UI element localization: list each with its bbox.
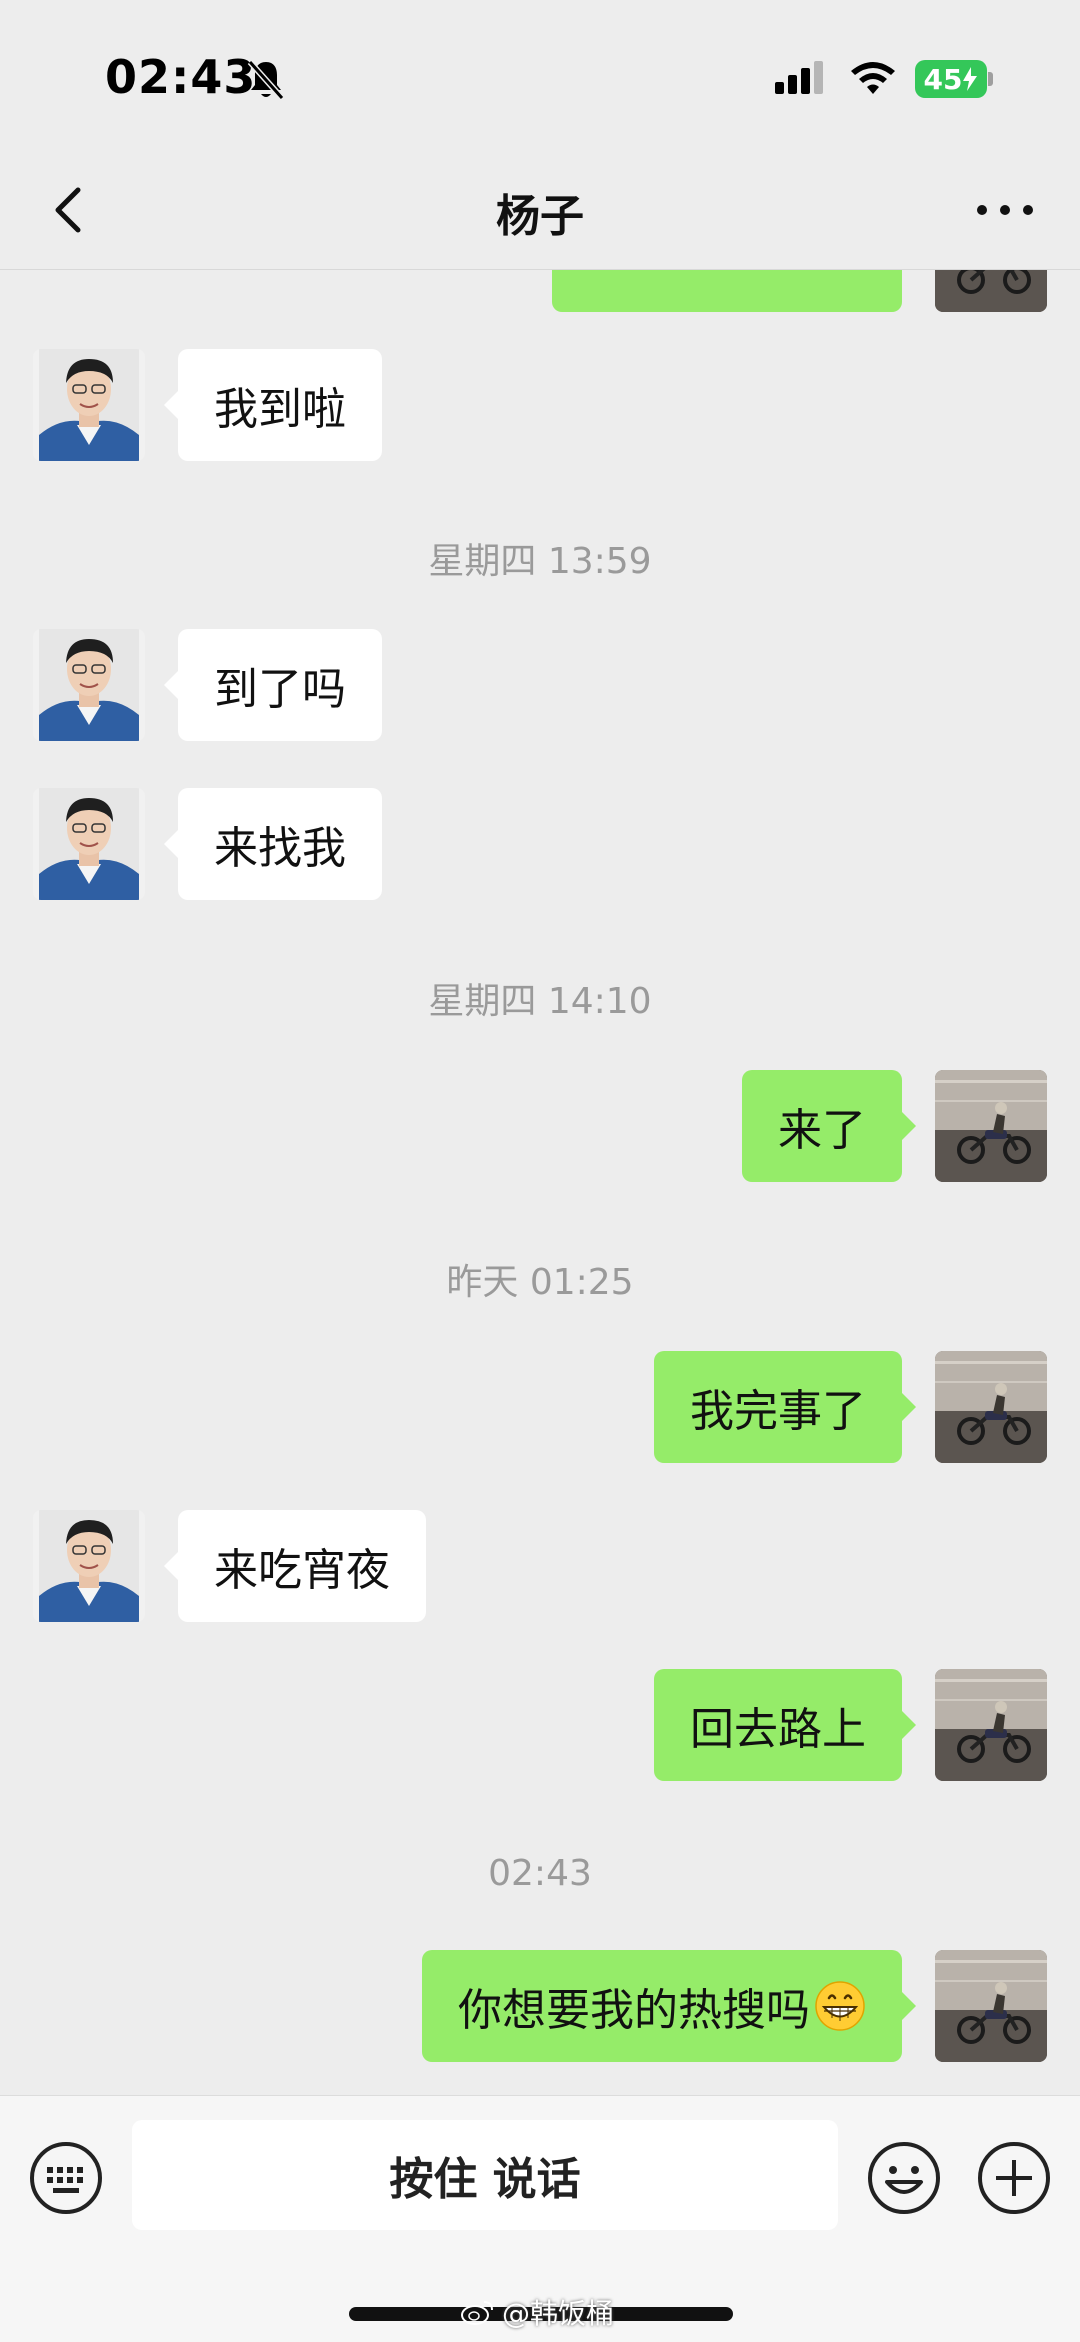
hold-to-talk-button[interactable]: 按住 说话 [132,2120,838,2230]
weibo-logo-icon [461,2301,493,2325]
incoming-bubble[interactable]: 我到啦 [164,349,382,461]
my-avatar[interactable] [935,1351,1047,1463]
outgoing-bubble[interactable]: 来了 [742,1070,916,1182]
add-more-icon[interactable] [976,2140,1052,2216]
bell-muted-icon [247,60,285,100]
my-avatar[interactable] [935,270,1047,312]
chat-title: 杨子 [496,191,584,242]
contact-avatar[interactable] [33,629,145,741]
message-text: 你想要我的热搜吗 [458,1985,810,2036]
incoming-bubble[interactable]: 来找我 [164,788,382,900]
more-options-icon[interactable] [970,190,1040,230]
contact-avatar[interactable] [33,788,145,900]
battery-tip [988,72,993,86]
emoji-icon[interactable] [866,2140,942,2216]
my-avatar[interactable] [935,1669,1047,1781]
outgoing-bubble[interactable]: 我完事了 [654,1351,916,1463]
watermark-text: @韩饭桶 [502,2297,615,2330]
watermark: @韩饭桶 [460,2292,614,2332]
battery-level: 45 [923,62,963,96]
wifi-icon [851,62,895,94]
message-timestamp: 昨天 01:25 [446,1262,634,1303]
grinning-emoji-icon [815,1981,865,2031]
status-time: 02:43 [105,50,257,104]
incoming-bubble[interactable]: 来吃宵夜 [164,1510,426,1622]
message-timestamp: 星期四 13:59 [428,541,652,582]
status-bar: 02:43 45 [0,0,1080,150]
message-timestamp: 02:43 [488,1853,592,1894]
outgoing-bubble[interactable]: 你想要我的热搜吗 [422,1950,916,2062]
chat-input-bar: 按住 说话 @韩饭桶 [0,2095,1080,2342]
outgoing-bubble[interactable]: 回去路上 [654,1669,916,1781]
charging-bolt-icon [963,67,978,91]
contact-avatar[interactable] [33,349,145,461]
message-timestamp: 星期四 14:10 [428,981,652,1022]
incoming-bubble[interactable]: 到了吗 [164,629,382,741]
outgoing-bubble[interactable] [552,270,902,312]
contact-avatar[interactable] [33,1510,145,1622]
keyboard-icon[interactable] [28,2140,104,2216]
chat-message-list[interactable]: 我到啦 星期四 13:59 到了吗 来找我 星期四 14:10 来了 昨天 01… [0,270,1080,2095]
signal-icon [775,61,823,94]
battery-indicator: 45 [915,60,987,98]
my-avatar[interactable] [935,1950,1047,2062]
my-avatar[interactable] [935,1070,1047,1182]
chat-header: 杨子 [0,150,1080,270]
